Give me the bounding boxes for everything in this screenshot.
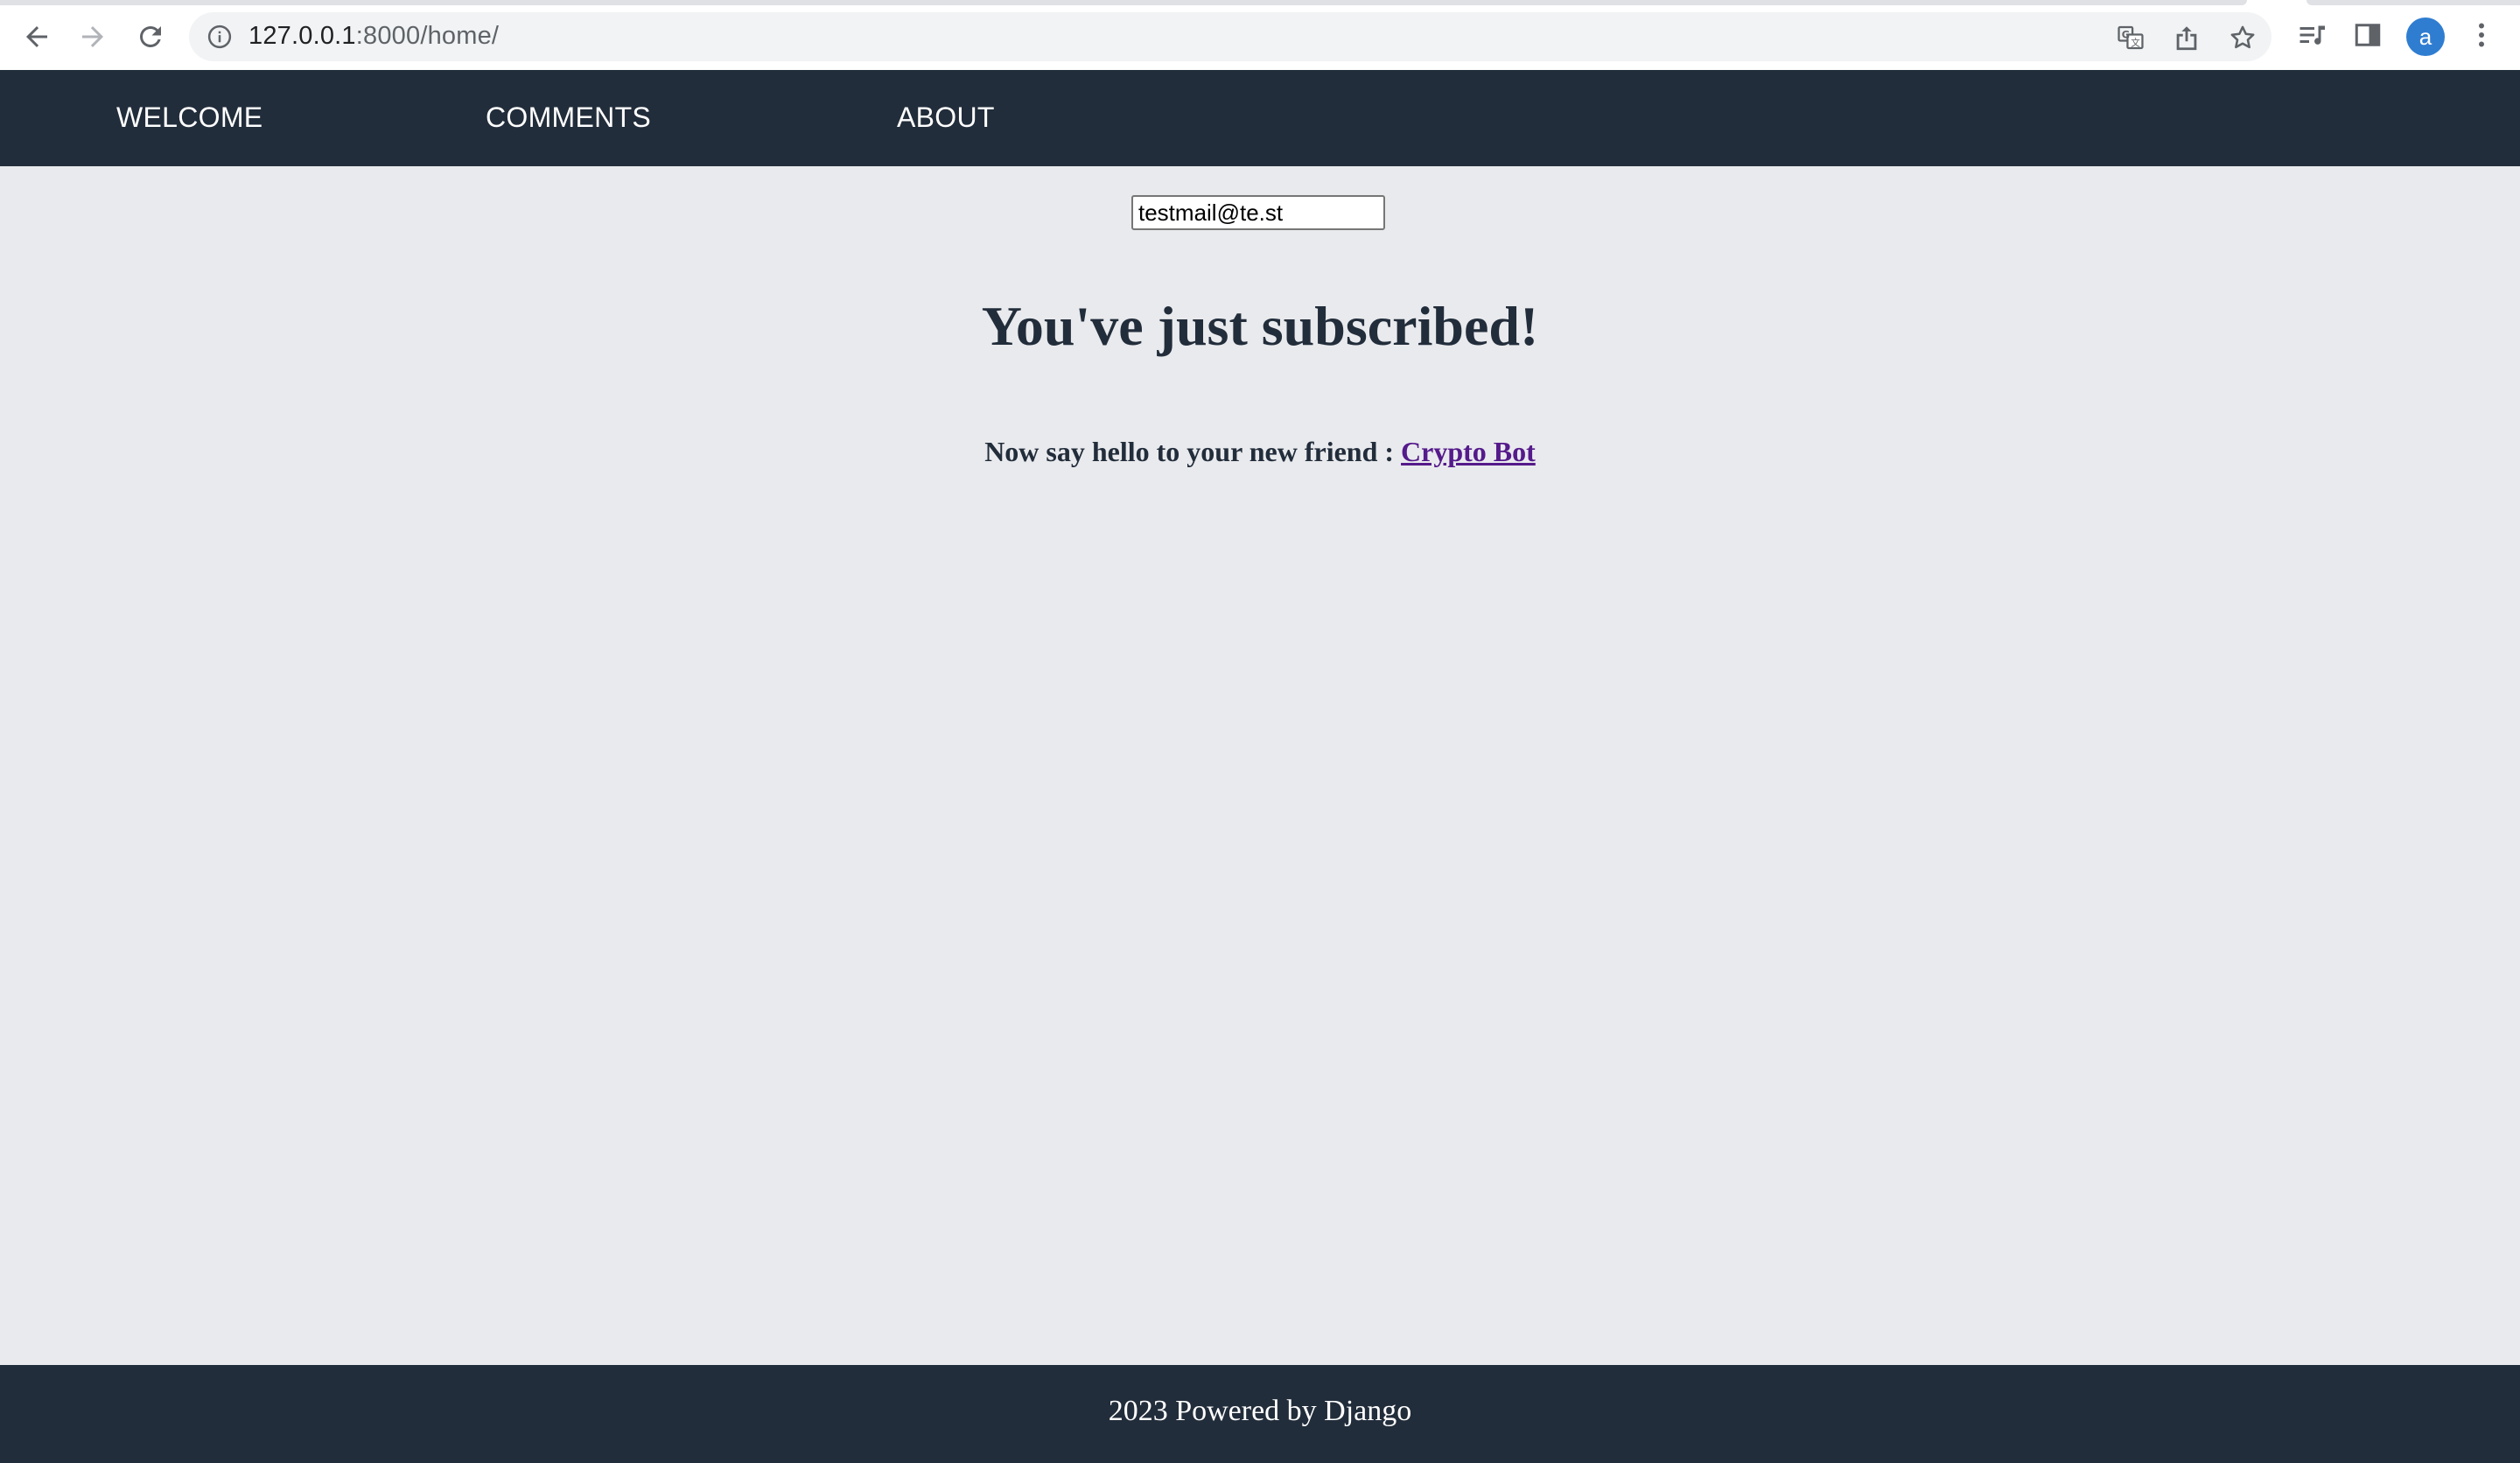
url-host: 127.0.0.1 — [248, 22, 356, 50]
star-icon[interactable] — [2228, 23, 2258, 52]
tab-strip-edge — [2306, 0, 2520, 5]
site-footer: 2023 Powered by Django — [0, 1365, 2520, 1463]
kebab-menu-icon[interactable] — [2466, 19, 2497, 51]
browser-toolbar: 127.0.0.1:8000/home/ G 文 a — [0, 0, 2520, 71]
avatar-initial: a — [2418, 23, 2432, 50]
tab-strip — [0, 0, 2247, 5]
url-text[interactable]: 127.0.0.1:8000/home/ — [248, 22, 499, 51]
url-path: :8000/home/ — [355, 22, 500, 50]
info-icon[interactable] — [206, 24, 233, 50]
nav-link-comments[interactable]: COMMENTS — [486, 102, 651, 134]
crypto-bot-link[interactable]: Crypto Bot — [1401, 436, 1536, 467]
back-arrow-icon[interactable] — [16, 16, 58, 58]
svg-text:文: 文 — [2131, 37, 2140, 48]
email-field[interactable] — [1131, 195, 1385, 230]
subscription-message-text: Now say hello to your new friend : — [984, 436, 1402, 467]
profile-avatar[interactable]: a — [2406, 18, 2445, 56]
site-navbar: WELCOME COMMENTS ABOUT — [0, 70, 2520, 166]
translate-icon[interactable]: G 文 — [2116, 23, 2146, 52]
footer-text: 2023 Powered by Django — [1108, 1395, 1412, 1427]
subscription-message: Now say hello to your new friend : Crypt… — [0, 436, 2520, 468]
nav-link-welcome[interactable]: WELCOME — [116, 102, 262, 134]
svg-text:G: G — [2122, 28, 2130, 40]
side-panel-icon[interactable] — [2352, 19, 2384, 51]
reload-icon[interactable] — [130, 16, 172, 58]
forward-arrow-icon[interactable] — [72, 16, 114, 58]
page-title: You've just subscribed! — [981, 295, 1539, 357]
share-icon[interactable] — [2172, 23, 2202, 52]
address-bar[interactable]: 127.0.0.1:8000/home/ G 文 — [189, 12, 2272, 61]
reading-list-icon[interactable] — [2296, 19, 2328, 51]
nav-link-about[interactable]: ABOUT — [897, 102, 995, 134]
